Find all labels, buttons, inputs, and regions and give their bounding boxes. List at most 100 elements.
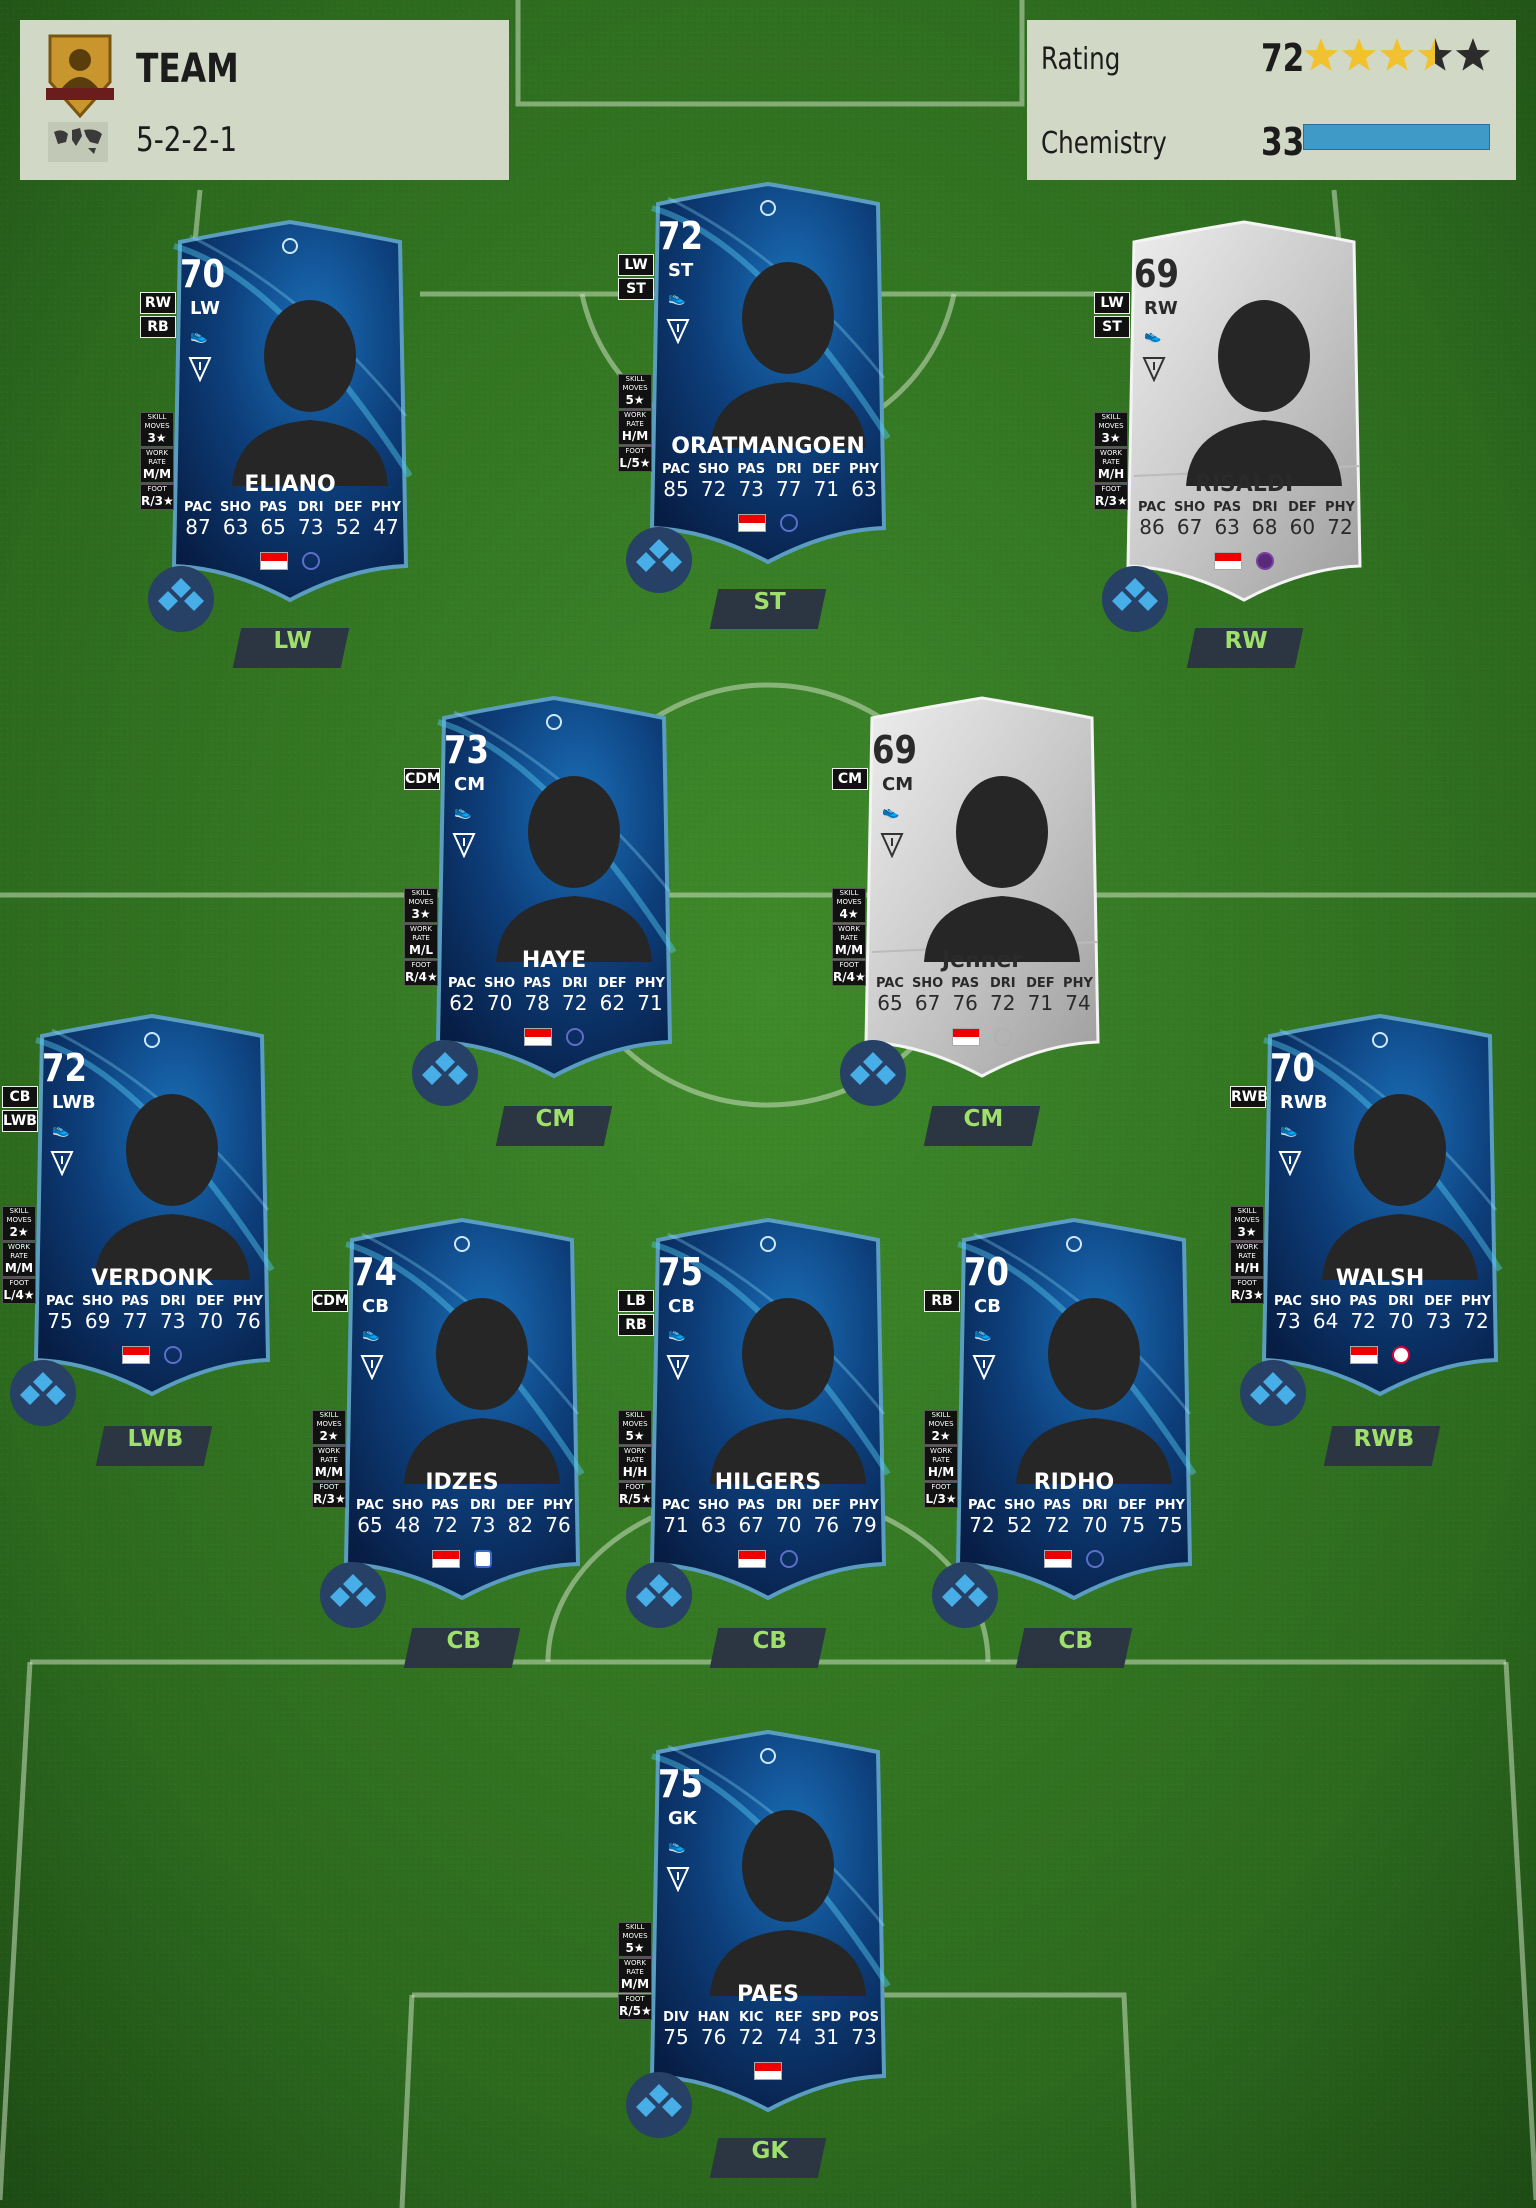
league-icon	[780, 1550, 798, 1568]
stat-3: DRI 73	[465, 1498, 501, 1537]
stat-value: 72	[1350, 1309, 1376, 1333]
stat-key: PAS	[1349, 1294, 1378, 1309]
stat-value: 72	[969, 1513, 995, 1537]
player-name: ELIANO	[244, 472, 336, 497]
stat-value: 75	[663, 2025, 689, 2049]
slot-position-label[interactable]: CM	[495, 1106, 613, 1146]
stat-3: DRI 72	[985, 976, 1021, 1015]
chemistry-diamond-icon[interactable]	[10, 1360, 76, 1426]
stat-key: PAC	[448, 976, 476, 991]
stat-4: SPD 31	[808, 2010, 844, 2049]
playstyle-icon	[188, 357, 212, 382]
playstyle-icon	[666, 1355, 690, 1380]
stat-value: 67	[738, 1513, 764, 1537]
player-name: ORATMANGOEN	[671, 434, 865, 459]
league-icon	[164, 1346, 182, 1364]
stat-value: 62	[449, 991, 475, 1015]
star-icon	[1341, 38, 1377, 71]
chemistry-diamond-icon[interactable]	[626, 2072, 692, 2138]
stat-value: 71	[663, 1513, 689, 1537]
playstyle-icon	[666, 1867, 690, 1892]
stat-key: DEF	[1288, 500, 1317, 515]
stat-key: DEF	[812, 1498, 841, 1513]
stat-key: SHO	[697, 1498, 730, 1513]
alt-position: LWB	[2, 1110, 38, 1132]
stat-value: 73	[1425, 1309, 1452, 1333]
chemistry-diamond-icon[interactable]	[320, 1562, 386, 1628]
stat-0: PAC 86	[1134, 500, 1170, 539]
stat-4: DEF 73	[1420, 1294, 1456, 1333]
slot-position-label[interactable]: RW	[1186, 628, 1304, 668]
alt-position: ST	[618, 278, 654, 300]
alt-position: CDM	[312, 1290, 349, 1312]
stat-key: SHO	[697, 462, 730, 477]
stat-0: PAC 72	[964, 1498, 1000, 1537]
chemistry-diamond-icon[interactable]	[148, 566, 214, 632]
slot-position-label[interactable]: RWB	[1323, 1426, 1441, 1466]
stat-0: PAC 71	[658, 1498, 694, 1537]
slot-position-label[interactable]: GK	[709, 2138, 827, 2178]
player-stats: PAC 65 SHO 67 PAS 76 DRI 72 DEF 71 PHY 7…	[872, 976, 1096, 1015]
stat-key: DEF	[506, 1498, 535, 1513]
player-stats: PAC 85 SHO 72 PAS 73 DRI 77 DEF 71 PHY 6…	[658, 462, 882, 501]
stat-value: 76	[700, 2025, 727, 2049]
stat-value: 72	[562, 991, 588, 1015]
nation-flag-icon	[952, 1028, 980, 1046]
playstyle-icon	[50, 1151, 74, 1176]
stat-3: DRI 70	[771, 1498, 807, 1537]
stat-key: DIV	[663, 2010, 689, 2025]
slot-position-label[interactable]: LWB	[95, 1426, 213, 1466]
player-silhouette	[710, 1810, 866, 1996]
stat-key: DEF	[812, 462, 841, 477]
playstyle-icon	[1142, 357, 1166, 382]
chemistry-diamond-icon[interactable]	[1240, 1360, 1306, 1426]
stat-2: PAS 63	[1209, 500, 1245, 539]
stat-key: PHY	[371, 500, 401, 515]
playstyle-icon	[1278, 1151, 1302, 1176]
slot-position-label[interactable]: LW	[232, 628, 350, 668]
stat-value: 48	[394, 1513, 421, 1537]
stat-key: PAS	[737, 1498, 766, 1513]
player-stats: DIV 75 HAN 76 KIC 72 REF 74 SPD 31 POS 7…	[658, 2010, 882, 2049]
chemistry-diamond-icon[interactable]	[626, 1562, 692, 1628]
foot-tag: FOOT R/3★	[312, 1482, 346, 1508]
slot-position-label[interactable]: ST	[709, 589, 827, 629]
stat-value: 70	[776, 1513, 802, 1537]
chemistry-diamond-icon[interactable]	[1102, 566, 1168, 632]
stat-value: 52	[1006, 1513, 1033, 1537]
stat-value: 69	[84, 1309, 111, 1333]
stat-4: DEF 71	[808, 462, 844, 501]
stat-key: SHO	[1309, 1294, 1342, 1309]
work-rate-tag: WORK RATE M/H	[1094, 448, 1128, 483]
foot-tag: FOOT R/4★	[832, 960, 866, 986]
stat-2: PAS 72	[1039, 1498, 1075, 1537]
slot-position-label[interactable]: CB	[403, 1628, 521, 1668]
nation-flag-icon	[738, 514, 766, 532]
player-position: CB	[974, 1296, 1001, 1317]
chemistry-diamond-icon[interactable]	[626, 527, 692, 593]
stat-3: REF 74	[771, 2010, 807, 2049]
chemistry-diamond-icon[interactable]	[412, 1040, 478, 1106]
player-position: CB	[362, 1296, 389, 1317]
stat-value: 70	[1388, 1309, 1414, 1333]
stat-value: 67	[1176, 515, 1203, 539]
slot-position-label[interactable]: CB	[1015, 1628, 1133, 1668]
nation-flag-icon	[1044, 1550, 1072, 1568]
player-silhouette	[1186, 300, 1342, 486]
stat-0: PAC 75	[42, 1294, 78, 1333]
player-silhouette	[94, 1094, 250, 1280]
chemistry-diamond-icon[interactable]	[932, 1562, 998, 1628]
stat-value: 64	[1312, 1309, 1339, 1333]
slot-position-label[interactable]: CB	[709, 1628, 827, 1668]
rating-label: Rating	[1041, 42, 1121, 77]
stat-value: 77	[122, 1309, 148, 1333]
slot-position-label[interactable]: CM	[923, 1106, 1041, 1146]
star-icon	[1417, 38, 1453, 71]
stat-0: PAC 65	[352, 1498, 388, 1537]
chemistry-diamond-icon[interactable]	[840, 1040, 906, 1106]
stat-key: DRI	[775, 1498, 802, 1513]
playstyle-icon	[972, 1355, 996, 1380]
player-name: Jenner	[941, 948, 1023, 973]
skill-moves-tag: SKILL MOVES 3★	[1230, 1206, 1264, 1241]
stat-3: DRI 72	[557, 976, 593, 1015]
